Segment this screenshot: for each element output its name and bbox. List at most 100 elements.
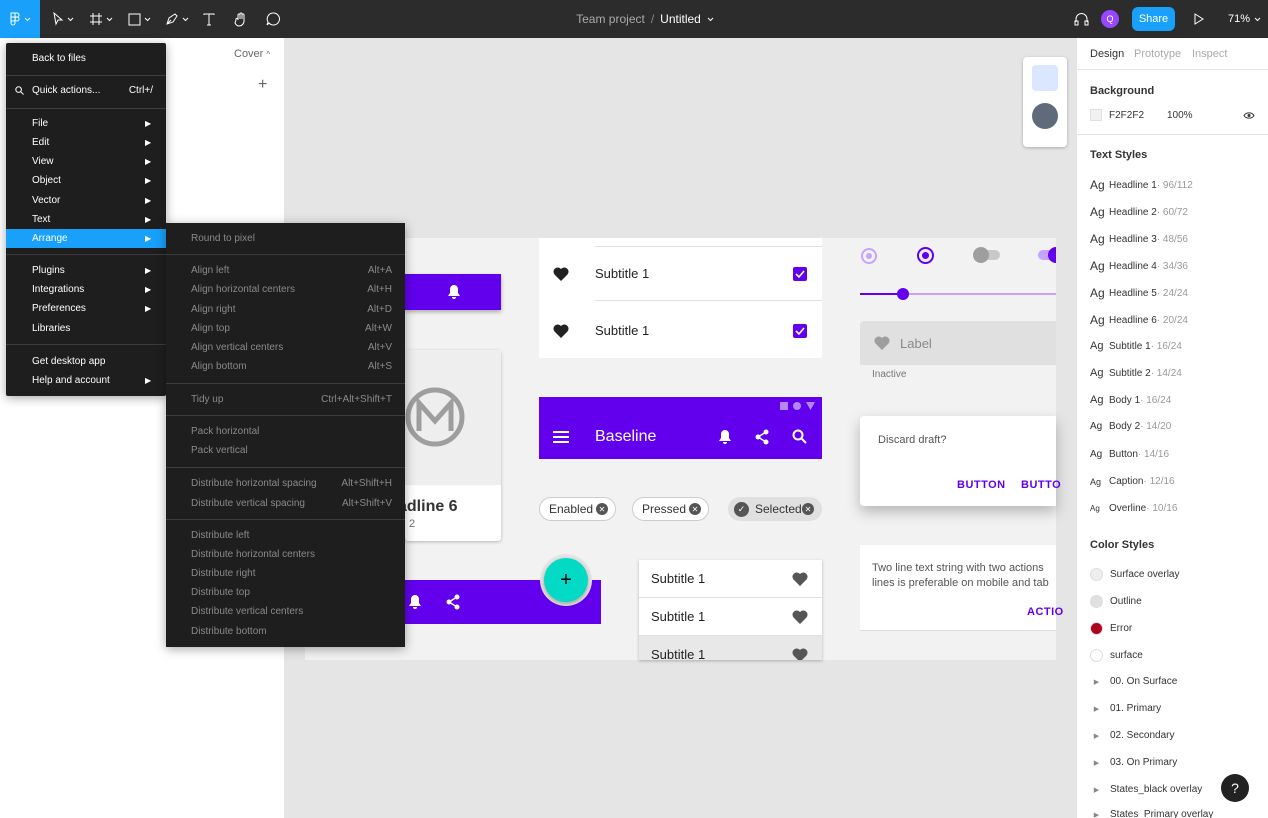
submenu-item-align-left[interactable]: Align left Alt+A <box>166 261 405 280</box>
menu-item-back-to-files[interactable]: Back to files <box>6 49 166 68</box>
caret-right-icon[interactable]: ▶ <box>1090 786 1103 794</box>
current-page-selector[interactable]: Cover ^ <box>234 48 270 60</box>
share-icon[interactable] <box>445 594 461 610</box>
text-style-item[interactable]: Ag Subtitle 2 · 14/24 <box>1090 367 1182 379</box>
text-style-item[interactable]: Ag Body 1 · 16/24 <box>1090 394 1171 406</box>
media-card[interactable]: adline 6 2 <box>398 350 501 541</box>
add-page-button[interactable]: + <box>258 76 267 94</box>
color-style-group[interactable]: ▶ 03. On Primary <box>1090 757 1177 768</box>
tab-design[interactable]: Design <box>1090 48 1124 60</box>
fab-button[interactable]: + <box>544 558 588 602</box>
menu-item-view[interactable]: View ▶ <box>6 152 166 171</box>
menu-item-integrations[interactable]: Integrations ▶ <box>6 280 166 299</box>
heart-icon[interactable] <box>792 572 808 586</box>
help-button[interactable]: ? <box>1221 774 1249 802</box>
menu-item-help-and-account[interactable]: Help and account ▶ <box>6 371 166 390</box>
radio-button-selected[interactable] <box>917 247 934 264</box>
search-icon[interactable] <box>792 429 807 444</box>
color-style-item[interactable]: Surface overlay <box>1090 568 1179 581</box>
present-button[interactable] <box>1190 0 1208 38</box>
text-tool-button[interactable] <box>200 0 218 38</box>
caret-right-icon[interactable]: ▶ <box>1090 759 1103 767</box>
background-hex[interactable]: F2F2F2 <box>1109 110 1144 121</box>
color-style-item[interactable]: Error <box>1090 622 1132 635</box>
text-style-item[interactable]: Ag Subtitle 1 · 16/24 <box>1090 340 1182 352</box>
submenu-item-pack-vertical[interactable]: Pack vertical <box>166 441 405 460</box>
menu-item-edit[interactable]: Edit ▶ <box>6 133 166 152</box>
text-style-item[interactable]: Ag Body 2 · 14/20 <box>1090 421 1171 432</box>
menu-item-libraries[interactable]: Libraries <box>6 319 166 338</box>
top-app-bar[interactable]: Baseline <box>539 397 822 459</box>
menu-item-quick-actions[interactable]: Quick actions... Ctrl+/ <box>6 81 166 100</box>
slider-thumb[interactable] <box>897 288 909 300</box>
project-name[interactable]: Team project <box>576 12 645 26</box>
switch-thumb[interactable] <box>973 247 989 263</box>
menu-item-preferences[interactable]: Preferences ▶ <box>6 299 166 318</box>
banner-action[interactable]: ACTIO <box>1027 606 1064 618</box>
color-style-group[interactable]: ▶ 00. On Surface <box>1090 676 1177 687</box>
submenu-item-tidy-up[interactable]: Tidy up Ctrl+Alt+Shift+T <box>166 390 405 409</box>
shape-tool-button[interactable] <box>126 0 152 38</box>
eye-icon[interactable] <box>1243 111 1255 120</box>
menu-item-text[interactable]: Text ▶ <box>6 210 166 229</box>
main-menu-button[interactable] <box>0 0 40 38</box>
file-title[interactable]: Team project / Untitled <box>540 0 750 38</box>
list-item[interactable]: Subtitle 1 <box>639 560 822 597</box>
chip-selected[interactable]: ✓ Selected ✕ <box>728 497 822 521</box>
submenu-item-distribute-vertical-spacing[interactable]: Distribute vertical spacing Alt+Shift+V <box>166 494 405 513</box>
list-item[interactable]: Subtitle 1 <box>539 248 822 300</box>
submenu-item-pack-horizontal[interactable]: Pack horizontal <box>166 422 405 441</box>
text-style-item[interactable]: Ag Headline 5 · 24/24 <box>1090 286 1188 300</box>
submenu-item-distribute-right[interactable]: Distribute right <box>166 564 405 583</box>
background-opacity[interactable]: 100% <box>1167 110 1193 121</box>
chip-enabled[interactable]: Enabled ✕ <box>539 497 616 521</box>
submenu-item-distribute-top[interactable]: Distribute top <box>166 583 405 602</box>
dialog-button-2[interactable]: BUTTO <box>1021 479 1061 491</box>
menu-item-vector[interactable]: Vector ▶ <box>6 191 166 210</box>
menu-icon[interactable] <box>553 431 569 443</box>
text-style-item[interactable]: Ag Headline 1 · 96/112 <box>1090 178 1193 192</box>
comment-tool-button[interactable] <box>263 0 283 38</box>
file-name[interactable]: Untitled <box>660 12 701 26</box>
text-style-item[interactable]: Ag Headline 4 · 34/36 <box>1090 259 1188 273</box>
close-icon[interactable]: ✕ <box>596 503 608 515</box>
submenu-item-distribute-horizontal-centers[interactable]: Distribute horizontal centers <box>166 545 405 564</box>
caret-right-icon[interactable]: ▶ <box>1090 678 1103 686</box>
nav-rail-card[interactable] <box>1023 57 1067 147</box>
filled-text-field[interactable]: Label <box>860 321 1056 365</box>
close-icon[interactable]: ✕ <box>802 503 814 515</box>
submenu-item-align-top[interactable]: Align top Alt+W <box>166 319 405 338</box>
tab-inspect[interactable]: Inspect <box>1192 48 1227 60</box>
list-item[interactable]: Subtitle 1 <box>639 636 822 660</box>
bell-icon[interactable] <box>447 284 461 300</box>
frame-tool-button[interactable] <box>88 0 114 38</box>
caret-right-icon[interactable]: ▶ <box>1090 705 1103 713</box>
submenu-item-distribute-vertical-centers[interactable]: Distribute vertical centers <box>166 602 405 621</box>
tab-prototype[interactable]: Prototype <box>1134 48 1181 60</box>
submenu-item-round-to-pixel[interactable]: Round to pixel <box>166 229 405 248</box>
text-style-item[interactable]: Ag Headline 6 · 20/24 <box>1090 313 1188 327</box>
menu-item-arrange[interactable]: Arrange ▶ <box>6 229 166 248</box>
bell-icon[interactable] <box>718 429 732 445</box>
checkbox-checked[interactable] <box>793 267 807 281</box>
color-style-group[interactable]: ▶ 02. Secondary <box>1090 730 1175 741</box>
chip-pressed[interactable]: Pressed ✕ <box>632 497 709 521</box>
color-style-group[interactable]: ▶ States_Primary overlay <box>1090 809 1214 818</box>
text-style-item[interactable]: Ag Headline 3 · 48/56 <box>1090 232 1188 246</box>
submenu-item-distribute-left[interactable]: Distribute left <box>166 526 405 545</box>
radio-button[interactable] <box>861 248 877 264</box>
heart-icon[interactable] <box>792 648 808 660</box>
dialog-button-1[interactable]: BUTTON <box>957 479 1006 491</box>
text-style-item[interactable]: Ag Headline 2 · 60/72 <box>1090 205 1188 219</box>
text-style-item[interactable]: Ag Overline · 10/16 <box>1090 503 1177 514</box>
bell-icon[interactable] <box>408 594 422 610</box>
color-style-group[interactable]: ▶ States_black overlay <box>1090 784 1202 795</box>
checkbox-checked[interactable] <box>793 324 807 338</box>
slider-track[interactable] <box>860 288 1056 300</box>
pen-tool-button[interactable] <box>164 0 190 38</box>
menu-item-object[interactable]: Object ▶ <box>6 171 166 190</box>
color-style-item[interactable]: surface <box>1090 649 1143 662</box>
close-icon[interactable]: ✕ <box>689 503 701 515</box>
caret-right-icon[interactable]: ▶ <box>1090 811 1103 818</box>
caret-right-icon[interactable]: ▶ <box>1090 732 1103 740</box>
